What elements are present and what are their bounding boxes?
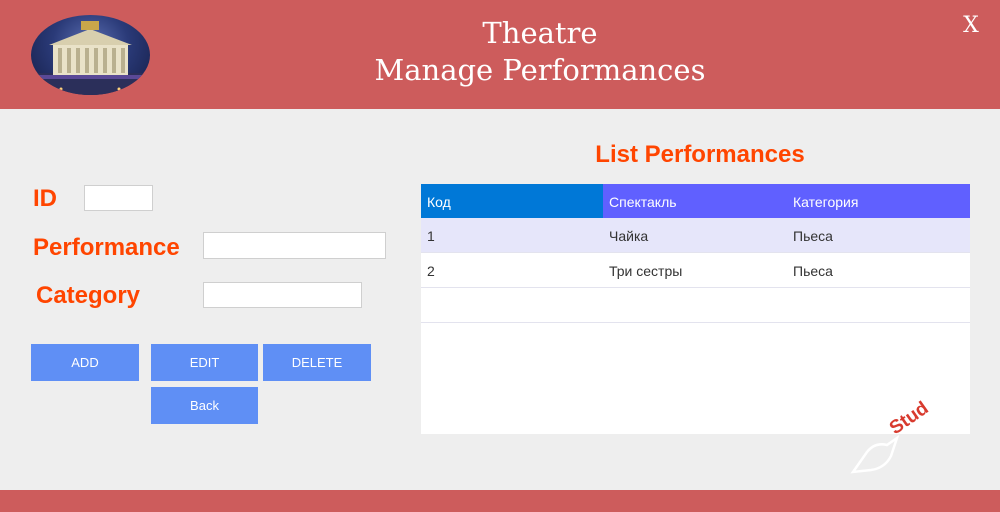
table-cell: Пьеса <box>793 228 833 244</box>
title-line-2: Manage Performances <box>374 53 706 87</box>
add-button[interactable]: ADD <box>31 344 139 381</box>
table-cell: 2 <box>427 263 435 279</box>
delete-button[interactable]: DELETE <box>263 344 371 381</box>
column-header-performance[interactable]: Спектакль <box>603 184 787 218</box>
header-bar: Theatre Manage Performances X <box>0 0 1000 109</box>
table-cell: 1 <box>427 228 435 244</box>
edit-button[interactable]: EDIT <box>151 344 258 381</box>
table-row[interactable]: 2 Три сестры Пьеса <box>421 253 970 288</box>
performance-input[interactable] <box>203 232 386 259</box>
page-title: Theatre Manage Performances <box>340 15 740 89</box>
column-header-category[interactable]: Категория <box>787 184 970 218</box>
close-button[interactable]: X <box>955 10 987 42</box>
back-button[interactable]: Back <box>151 387 258 424</box>
table-cell: Три сестры <box>609 263 683 279</box>
table-cell: Пьеса <box>793 263 833 279</box>
id-input[interactable] <box>84 185 153 211</box>
title-line-1: Theatre <box>482 16 598 50</box>
category-input[interactable] <box>203 282 362 308</box>
category-label: Category <box>36 282 141 309</box>
footer-bar <box>0 490 1000 512</box>
table-header: Код Спектакль Категория <box>421 184 970 218</box>
id-label: ID <box>33 185 57 212</box>
theatre-building-icon <box>31 15 150 95</box>
list-title: List Performances <box>595 141 805 168</box>
table-row-empty[interactable] <box>421 288 970 323</box>
performances-table[interactable]: Код Спектакль Категория 1 Чайка Пьеса 2 … <box>421 184 970 434</box>
performance-label: Performance <box>33 234 180 261</box>
table-cell: Чайка <box>609 228 649 244</box>
table-row[interactable]: 1 Чайка Пьеса <box>421 218 970 253</box>
column-header-code[interactable]: Код <box>421 184 603 218</box>
